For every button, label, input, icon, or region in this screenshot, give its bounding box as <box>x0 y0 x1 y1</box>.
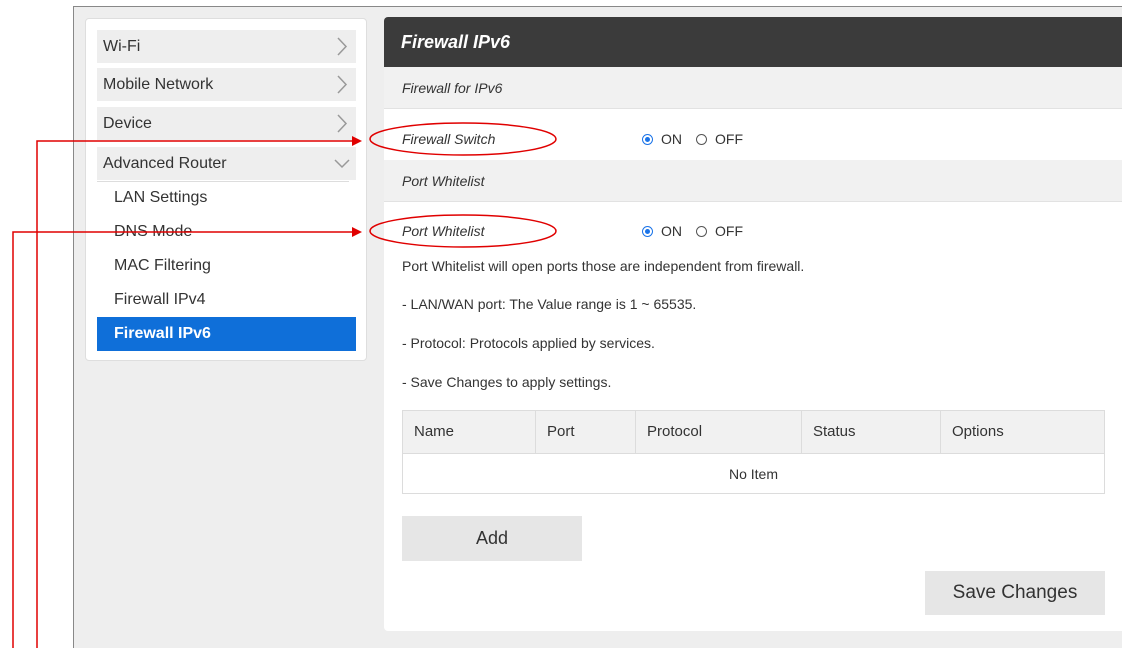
add-button[interactable]: Add <box>402 516 582 561</box>
section-header-firewall: Firewall for IPv6 <box>384 67 1122 109</box>
sidebar-item-firewall-ipv4[interactable]: Firewall IPv4 <box>97 283 356 317</box>
sidebar-item-mobile-network[interactable]: Mobile Network <box>97 68 356 101</box>
main-panel: Firewall IPv6 Firewall for IPv6 Firewall… <box>384 17 1122 631</box>
sidebar-item-advanced-router[interactable]: Advanced Router <box>97 147 356 180</box>
sidebar-item-wifi[interactable]: Wi-Fi <box>97 30 356 63</box>
sidebar-item-label: Device <box>103 115 152 132</box>
sidebar: Wi-Fi Mobile Network Device Advanced Rou… <box>85 18 367 361</box>
description-text: - LAN/WAN port: The Value range is 1 ~ 6… <box>402 296 697 312</box>
firewall-switch-on-label[interactable]: ON <box>661 127 682 151</box>
description-text: Port Whitelist will open ports those are… <box>402 258 805 274</box>
chevron-right-icon <box>337 114 348 133</box>
firewall-switch-row: Firewall Switch ON OFF <box>402 127 1102 151</box>
chevron-down-icon <box>334 159 350 169</box>
column-header-name: Name <box>403 411 536 453</box>
sidebar-item-firewall-ipv6[interactable]: Firewall IPv6 <box>97 317 356 351</box>
column-header-protocol: Protocol <box>636 411 802 453</box>
firewall-switch-radio-group: ON OFF <box>642 127 757 151</box>
column-header-status: Status <box>802 411 941 453</box>
description-text: - Save Changes to apply settings. <box>402 374 612 390</box>
firewall-switch-on-radio[interactable] <box>642 133 653 145</box>
port-whitelist-table: Name Port Protocol Status Options No Ite… <box>402 410 1105 494</box>
page-title: Firewall IPv6 <box>384 17 1122 67</box>
port-whitelist-on-label[interactable]: ON <box>661 219 682 243</box>
chevron-right-icon <box>337 75 348 94</box>
table-header: Name Port Protocol Status Options <box>403 411 1104 454</box>
port-whitelist-off-label[interactable]: OFF <box>715 219 743 243</box>
port-whitelist-on-radio[interactable] <box>642 225 653 237</box>
table-empty-message: No Item <box>728 466 778 482</box>
column-header-port: Port <box>536 411 636 453</box>
sidebar-item-label: Mobile Network <box>103 76 214 93</box>
firewall-switch-off-radio[interactable] <box>696 133 707 145</box>
port-whitelist-label: Port Whitelist <box>402 223 485 239</box>
column-header-options: Options <box>952 423 1004 440</box>
sidebar-item-mac-filtering[interactable]: MAC Filtering <box>97 249 356 283</box>
sidebar-item-dns-mode[interactable]: DNS Mode <box>97 215 356 249</box>
port-whitelist-off-radio[interactable] <box>696 225 707 237</box>
save-changes-button[interactable]: Save Changes <box>925 571 1105 615</box>
chevron-right-icon <box>337 37 348 56</box>
sidebar-item-lan-settings[interactable]: LAN Settings <box>97 181 356 215</box>
sidebar-item-label: Wi-Fi <box>103 38 141 55</box>
firewall-switch-label: Firewall Switch <box>402 131 496 147</box>
firewall-switch-off-label[interactable]: OFF <box>715 127 743 151</box>
port-whitelist-row: Port Whitelist ON OFF <box>402 219 1102 243</box>
port-whitelist-radio-group: ON OFF <box>642 219 757 243</box>
section-header-port-whitelist: Port Whitelist <box>384 160 1122 202</box>
sidebar-item-label: Advanced Router <box>103 155 227 172</box>
sidebar-item-device[interactable]: Device <box>97 107 356 140</box>
description-text: - Protocol: Protocols applied by service… <box>402 335 655 351</box>
